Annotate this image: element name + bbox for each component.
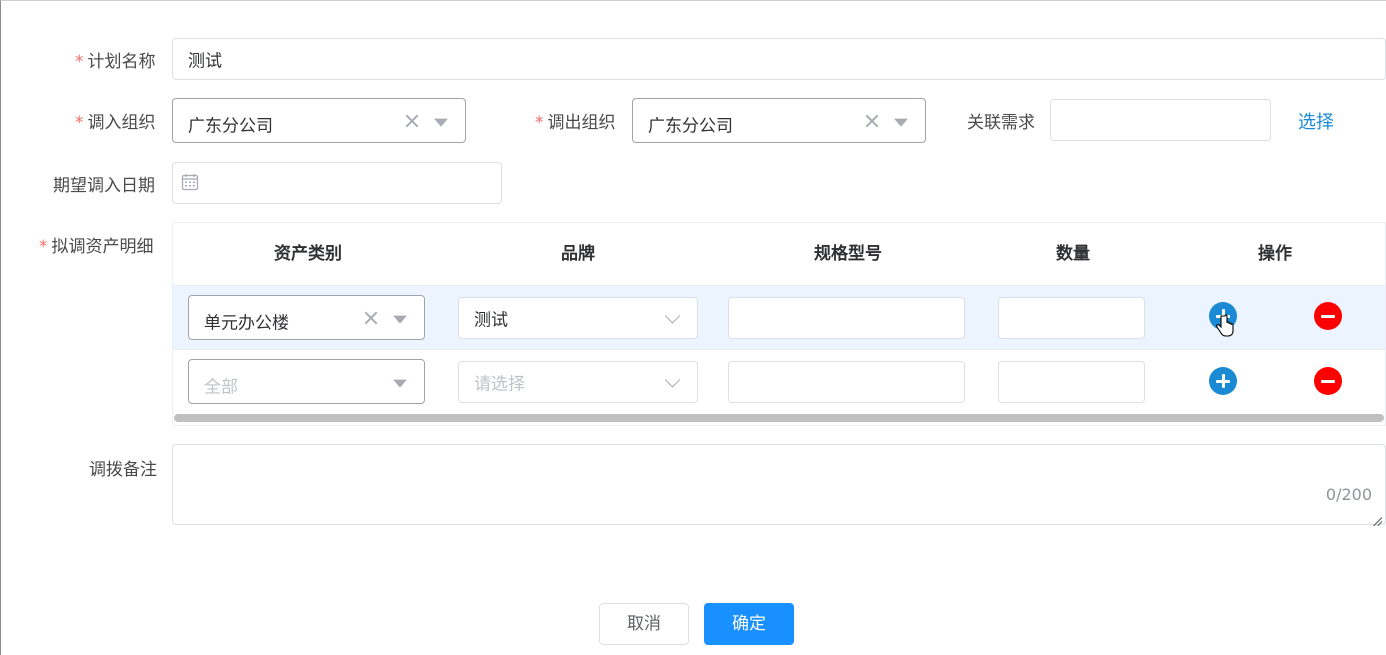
asset-category-select[interactable]: 单元办公楼 xyxy=(188,295,425,340)
out-org-value: 广东分公司 xyxy=(648,116,733,137)
hand-cursor-icon xyxy=(1216,314,1234,337)
quantity-input[interactable] xyxy=(998,297,1145,339)
out-org-label: * 调出组织 xyxy=(535,113,616,133)
plan-name-label: * 计划名称 xyxy=(75,52,156,72)
asset-category-value: 单元办公楼 xyxy=(204,313,289,334)
select-demand-link[interactable]: 选择 xyxy=(1298,108,1334,134)
quantity-input[interactable] xyxy=(998,361,1145,403)
plan-name-value: 测试 xyxy=(188,51,222,72)
column-header: 操作 xyxy=(1258,244,1292,264)
brand-placeholder: 请选择 xyxy=(474,374,525,395)
remark-textarea[interactable]: 0/200 xyxy=(172,444,1386,525)
asset-category-placeholder: 全部 xyxy=(204,377,238,398)
chevron-down-icon[interactable] xyxy=(664,372,681,388)
required-mark: * xyxy=(39,237,48,257)
asset-category-select[interactable]: 全部 xyxy=(188,359,425,404)
brand-value: 测试 xyxy=(474,310,508,331)
brand-select[interactable]: 请选择 xyxy=(458,361,698,403)
chevron-down-icon[interactable] xyxy=(664,308,681,324)
remove-row-button[interactable] xyxy=(1314,302,1342,330)
caret-down-icon[interactable] xyxy=(393,315,407,324)
expected-date-picker[interactable] xyxy=(172,162,502,204)
in-org-label: * 调入组织 xyxy=(75,113,156,133)
table-row: 全部 请选择 xyxy=(173,349,1385,413)
in-org-select[interactable]: 广东分公司 xyxy=(172,98,466,143)
close-icon[interactable] xyxy=(364,311,378,325)
char-counter: 0/200 xyxy=(1325,485,1372,504)
remark-label: 调拨备注 xyxy=(89,460,157,480)
cancel-button[interactable]: 取消 xyxy=(599,603,689,645)
required-mark: * xyxy=(75,113,84,133)
horizontal-scrollbar[interactable] xyxy=(174,414,1384,422)
calendar-icon xyxy=(181,173,199,191)
asset-details-label: * 拟调资产明细 xyxy=(39,237,154,257)
required-mark: * xyxy=(535,113,544,133)
spec-input[interactable] xyxy=(728,361,965,403)
caret-down-icon[interactable] xyxy=(434,118,448,127)
remove-row-button[interactable] xyxy=(1314,367,1342,395)
spec-input[interactable] xyxy=(728,297,965,339)
in-org-value: 广东分公司 xyxy=(188,116,273,137)
close-icon[interactable] xyxy=(865,114,879,128)
table-row: 单元办公楼 测试 xyxy=(173,285,1385,349)
add-row-button[interactable] xyxy=(1209,367,1237,395)
dialog-body: * 计划名称 测试 * 调入组织 广东分公司 * 调出组织 广东分公司 关联需求 选择… xyxy=(0,0,1386,655)
caret-down-icon[interactable] xyxy=(393,379,407,388)
close-icon[interactable] xyxy=(405,114,419,128)
confirm-button[interactable]: 确定 xyxy=(704,603,794,645)
brand-select[interactable]: 测试 xyxy=(458,297,698,339)
related-demand-input[interactable] xyxy=(1050,99,1271,141)
out-org-select[interactable]: 广东分公司 xyxy=(632,98,926,143)
column-header: 资产类别 xyxy=(274,244,342,264)
plan-name-input[interactable]: 测试 xyxy=(172,38,1386,80)
column-header: 品牌 xyxy=(561,244,595,264)
caret-down-icon[interactable] xyxy=(894,118,908,127)
column-header: 规格型号 xyxy=(814,244,882,264)
asset-details-table: 资产类别 品牌 规格型号 数量 操作 单元办公楼 测试 全部 请选择 xyxy=(172,222,1386,426)
required-mark: * xyxy=(75,52,84,72)
related-demand-label: 关联需求 xyxy=(967,113,1035,133)
resize-handle-icon[interactable] xyxy=(1373,512,1383,522)
column-header: 数量 xyxy=(1056,244,1090,264)
expected-date-label: 期望调入日期 xyxy=(53,176,155,196)
